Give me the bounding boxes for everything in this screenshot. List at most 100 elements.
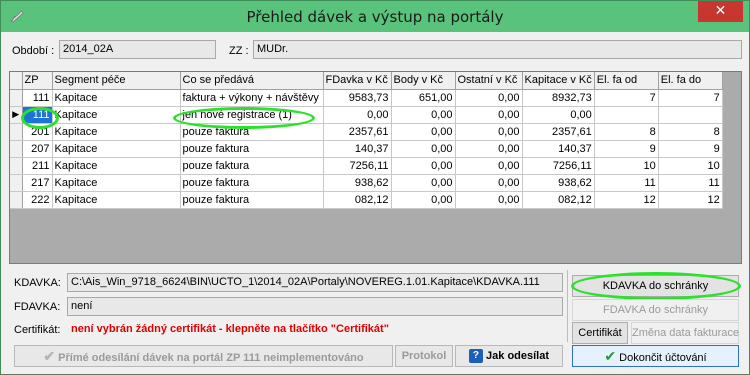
close-button[interactable]: ✕ [698, 1, 743, 22]
kapitace-cell[interactable]: 938,62 [522, 174, 595, 192]
zp-cell[interactable]: 201 [22, 123, 53, 141]
ostatni-cell[interactable]: 0,00 [455, 191, 523, 209]
fa-od-cell[interactable]: 8 [594, 123, 659, 141]
segment-cell[interactable]: Kapitace [52, 123, 181, 141]
fa-do-cell[interactable]: 10 [658, 157, 723, 175]
segment-cell[interactable]: Kapitace [52, 89, 181, 107]
col-header[interactable]: Ostatní v Kč [455, 72, 523, 90]
ostatni-cell[interactable]: 0,00 [455, 140, 523, 158]
current-row-indicator[interactable]: ▶ [10, 106, 23, 124]
segment-cell[interactable]: Kapitace [52, 191, 181, 209]
fa-od-cell[interactable]: 9 [594, 140, 659, 158]
kapitace-cell[interactable]: 140,37 [522, 140, 595, 158]
row-indicator[interactable] [10, 157, 23, 175]
fdavka-cell[interactable]: 140,37 [323, 140, 392, 158]
segment-cell[interactable]: Kapitace [52, 106, 181, 124]
zmena-data-fakturace-button[interactable]: Změna data fakturace [631, 322, 739, 344]
dokoncit-uctovani-button[interactable]: ✔ Dokončit účtování [572, 345, 739, 367]
col-header[interactable]: FDavka v Kč [323, 72, 392, 90]
co-cell[interactable]: jen nové registrace (1) [180, 106, 324, 124]
fdavka-cell[interactable]: 938,62 [323, 174, 392, 192]
kapitace-cell[interactable]: 7256,11 [522, 157, 595, 175]
certifikat-button[interactable]: Certifikát [572, 322, 628, 344]
body-cell[interactable]: 0,00 [391, 157, 456, 175]
davky-grid[interactable]: ZP Segment péče Co se předává FDavka v K… [9, 71, 742, 264]
row-indicator[interactable] [10, 89, 23, 107]
fdavka-cell[interactable]: 082,12 [323, 191, 392, 209]
body-cell[interactable]: 0,00 [391, 191, 456, 209]
table-row[interactable]: 207 Kapitace pouze faktura 140,37 0,00 0… [10, 140, 723, 158]
co-cell[interactable]: pouze faktura [180, 191, 324, 209]
kapitace-cell[interactable]: 8932,73 [522, 89, 595, 107]
body-cell[interactable]: 0,00 [391, 123, 456, 141]
row-indicator[interactable] [10, 123, 23, 141]
fa-do-cell[interactable] [658, 106, 723, 124]
col-header[interactable]: ZP [22, 72, 53, 90]
window-title: Přehled dávek a výstup na portály [246, 8, 504, 26]
body-cell[interactable]: 0,00 [391, 140, 456, 158]
fa-od-cell[interactable]: 10 [594, 157, 659, 175]
zp-cell-selected[interactable]: 111 [22, 106, 53, 124]
fa-do-cell[interactable]: 12 [658, 191, 723, 209]
prime-odesilani-label: Přímé odesílání dávek na portál ZP 111 n… [58, 352, 364, 364]
jak-odesilat-button[interactable]: ? Jak odesílat [455, 345, 563, 367]
ostatni-cell[interactable]: 0,00 [455, 123, 523, 141]
kapitace-cell[interactable]: 0,00 [522, 106, 595, 124]
fdavka-cell[interactable]: 2357,61 [323, 123, 392, 141]
zp-cell[interactable]: 111 [22, 89, 53, 107]
jak-odesilat-label: Jak odesílat [486, 350, 550, 362]
kdavka-do-schranky-button[interactable]: KDAVKA do schránky [572, 275, 739, 297]
zp-cell[interactable]: 207 [22, 140, 53, 158]
col-header[interactable]: Kapitace v Kč [522, 72, 595, 90]
kapitace-cell[interactable]: 082,12 [522, 191, 595, 209]
table-row[interactable]: 211 Kapitace pouze faktura 7256,11 0,00 … [10, 157, 723, 175]
ostatni-cell[interactable]: 0,00 [455, 157, 523, 175]
row-indicator[interactable] [10, 174, 23, 192]
col-header[interactable]: El. fa do [658, 72, 723, 90]
prime-odesilani-button[interactable]: ✔ Přímé odesílání dávek na portál ZP 111… [14, 345, 393, 367]
co-cell[interactable]: pouze faktura [180, 123, 324, 141]
fdavka-cell[interactable]: 7256,11 [323, 157, 392, 175]
table-row[interactable]: 111 Kapitace faktura + výkony + návštěvy… [10, 89, 723, 107]
col-header[interactable]: Segment péče [52, 72, 181, 90]
co-cell[interactable]: pouze faktura [180, 174, 324, 192]
fa-do-cell[interactable]: 7 [658, 89, 723, 107]
zp-cell[interactable]: 211 [22, 157, 53, 175]
segment-cell[interactable]: Kapitace [52, 157, 181, 175]
fa-do-cell[interactable]: 8 [658, 123, 723, 141]
zp-cell[interactable]: 222 [22, 191, 53, 209]
col-header[interactable]: Co se předává [180, 72, 324, 90]
co-cell[interactable]: pouze faktura [180, 157, 324, 175]
fdavka-do-schranky-button[interactable]: FDAVKA do schránky [572, 299, 739, 321]
fa-do-cell[interactable]: 9 [658, 140, 723, 158]
fa-od-cell[interactable]: 11 [594, 174, 659, 192]
kapitace-cell[interactable]: 2357,61 [522, 123, 595, 141]
body-cell[interactable]: 0,00 [391, 106, 456, 124]
row-indicator[interactable] [10, 191, 23, 209]
fdavka-cell[interactable]: 9583,73 [323, 89, 392, 107]
ostatni-cell[interactable]: 0,00 [455, 106, 523, 124]
body-cell[interactable]: 0,00 [391, 174, 456, 192]
co-cell[interactable]: pouze faktura [180, 140, 324, 158]
segment-cell[interactable]: Kapitace [52, 140, 181, 158]
segment-cell[interactable]: Kapitace [52, 174, 181, 192]
fdavka-cell[interactable]: 0,00 [323, 106, 392, 124]
col-header[interactable]: El. fa od [594, 72, 659, 90]
row-indicator[interactable] [10, 140, 23, 158]
table-row[interactable]: 222 Kapitace pouze faktura 082,12 0,00 0… [10, 191, 723, 209]
fa-od-cell[interactable] [594, 106, 659, 124]
table-row[interactable]: 201 Kapitace pouze faktura 2357,61 0,00 … [10, 123, 723, 141]
fa-do-cell[interactable]: 11 [658, 174, 723, 192]
table-row-current[interactable]: ▶ 111 Kapitace jen nové registrace (1) 0… [10, 106, 723, 124]
co-cell[interactable]: faktura + výkony + návštěvy [180, 89, 324, 107]
title-bar[interactable]: Přehled dávek a výstup na portály ✕ [1, 1, 749, 32]
ostatni-cell[interactable]: 0,00 [455, 89, 523, 107]
col-header[interactable]: Body v Kč [391, 72, 456, 90]
ostatni-cell[interactable]: 0,00 [455, 174, 523, 192]
table-row[interactable]: 217 Kapitace pouze faktura 938,62 0,00 0… [10, 174, 723, 192]
protokol-button[interactable]: Protokol [395, 345, 453, 367]
fa-od-cell[interactable]: 7 [594, 89, 659, 107]
fa-od-cell[interactable]: 12 [594, 191, 659, 209]
zp-cell[interactable]: 217 [22, 174, 53, 192]
body-cell[interactable]: 651,00 [391, 89, 456, 107]
